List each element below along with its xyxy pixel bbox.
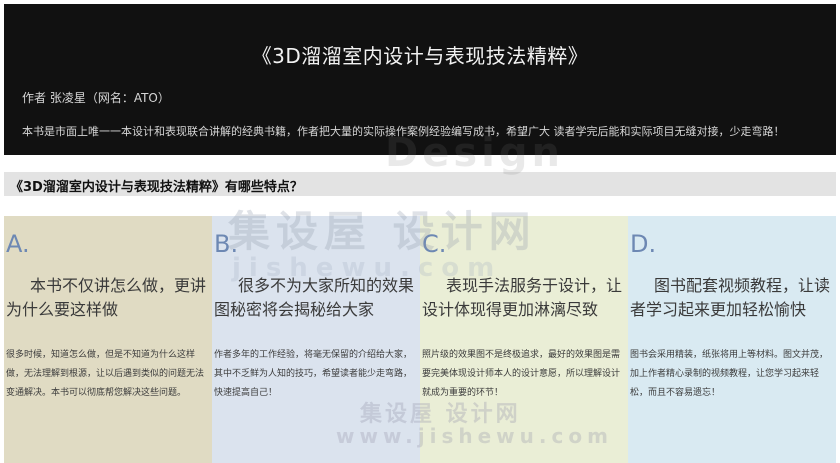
page: 《3D溜溜室内设计与表现技法精粹》 作者 张凌星（网名：ATO） 本书是市面上唯… xyxy=(0,0,840,463)
feature-card-heading: 图书配套视频教程，让读者学习起来更加轻松愉快 xyxy=(630,276,831,319)
feature-card-c: C. 表现手法服务于设计，让设计体现得更加淋漓尽致 照片级的效果图不是终极追求，… xyxy=(420,216,628,463)
feature-card-letter: B. xyxy=(214,230,239,258)
book-author: 作者 张凌星（网名：ATO） xyxy=(22,91,170,105)
feature-card-body: 作者多年的工作经验，将毫无保留的介绍给大家，其中不乏鲜为人知的技巧，希望读者能少… xyxy=(214,350,413,398)
feature-card-a: A. 本书不仅讲怎么做，更讲为什么要这样做 很多时候，知道怎么做，但是不知道为什… xyxy=(4,216,212,463)
feature-card-body: 很多时候，知道怎么做，但是不知道为什么这样做，无法理解到根源，让以后遇到类似的问… xyxy=(6,350,205,398)
book-hero-banner: 《3D溜溜室内设计与表现技法精粹》 作者 张凌星（网名：ATO） 本书是市面上唯… xyxy=(4,4,836,155)
book-title: 《3D溜溜室内设计与表现技法精粹》 xyxy=(251,44,589,68)
features-section-header: 《3D溜溜室内设计与表现技法精粹》有哪些特点？ xyxy=(4,172,836,196)
features-section-title: 《3D溜溜室内设计与表现技法精粹》有哪些特点？ xyxy=(10,180,303,195)
feature-card-body: 照片级的效果图不是终极追求，最好的效果图是需要完美体现设计师本人的设计意愿，所以… xyxy=(422,350,621,398)
feature-card-heading: 本书不仅讲怎么做，更讲为什么要这样做 xyxy=(6,276,207,319)
feature-card-letter: D. xyxy=(630,230,657,258)
feature-card-heading: 表现手法服务于设计，让设计体现得更加淋漓尽致 xyxy=(422,276,623,319)
feature-card-letter: A. xyxy=(6,230,30,258)
book-description: 本书是市面上唯一一本设计和表现联合讲解的经典书籍，作者把大量的实际操作案例经验编… xyxy=(22,125,785,138)
feature-card-body: 图书会采用精装，纸张将用上等材料。图文并茂，加上作者精心录制的视频教程，让您学习… xyxy=(630,350,829,398)
feature-cards: A. 本书不仅讲怎么做，更讲为什么要这样做 很多时候，知道怎么做，但是不知道为什… xyxy=(4,216,836,463)
feature-card-b: B. 很多不为大家所知的效果图秘密将会揭秘给大家 作者多年的工作经验，将毫无保留… xyxy=(212,216,420,463)
feature-card-d: D. 图书配套视频教程，让读者学习起来更加轻松愉快 图书会采用精装，纸张将用上等… xyxy=(628,216,836,463)
feature-card-letter: C. xyxy=(422,230,447,258)
feature-card-heading: 很多不为大家所知的效果图秘密将会揭秘给大家 xyxy=(214,276,415,319)
